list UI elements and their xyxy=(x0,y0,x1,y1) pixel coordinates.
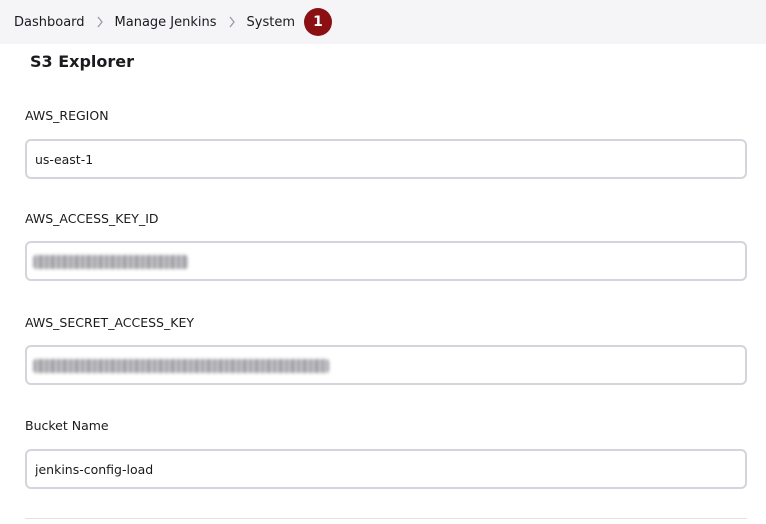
notification-badge[interactable]: 1 xyxy=(304,8,333,36)
section-title: S3 Explorer xyxy=(30,52,135,71)
aws-region-input[interactable] xyxy=(25,139,747,179)
aws-secret-access-key-label: AWS_SECRET_ACCESS_KEY xyxy=(25,315,194,330)
aws-access-key-id-label: AWS_ACCESS_KEY_ID xyxy=(25,211,159,226)
chevron-right-icon xyxy=(217,0,247,44)
breadcrumb: Dashboard Manage Jenkins System 1 xyxy=(0,0,766,44)
aws-region-label: AWS_REGION xyxy=(25,108,109,123)
aws-secret-access-key-input[interactable] xyxy=(25,345,747,385)
breadcrumb-system[interactable]: System xyxy=(247,15,295,30)
bucket-name-input[interactable] xyxy=(25,449,747,489)
aws-access-key-id-input[interactable] xyxy=(25,241,747,281)
section-divider xyxy=(25,518,747,519)
chevron-right-icon xyxy=(85,0,115,44)
breadcrumb-manage-jenkins[interactable]: Manage Jenkins xyxy=(115,15,217,30)
breadcrumb-dashboard[interactable]: Dashboard xyxy=(14,15,85,30)
bucket-name-label: Bucket Name xyxy=(25,418,109,433)
